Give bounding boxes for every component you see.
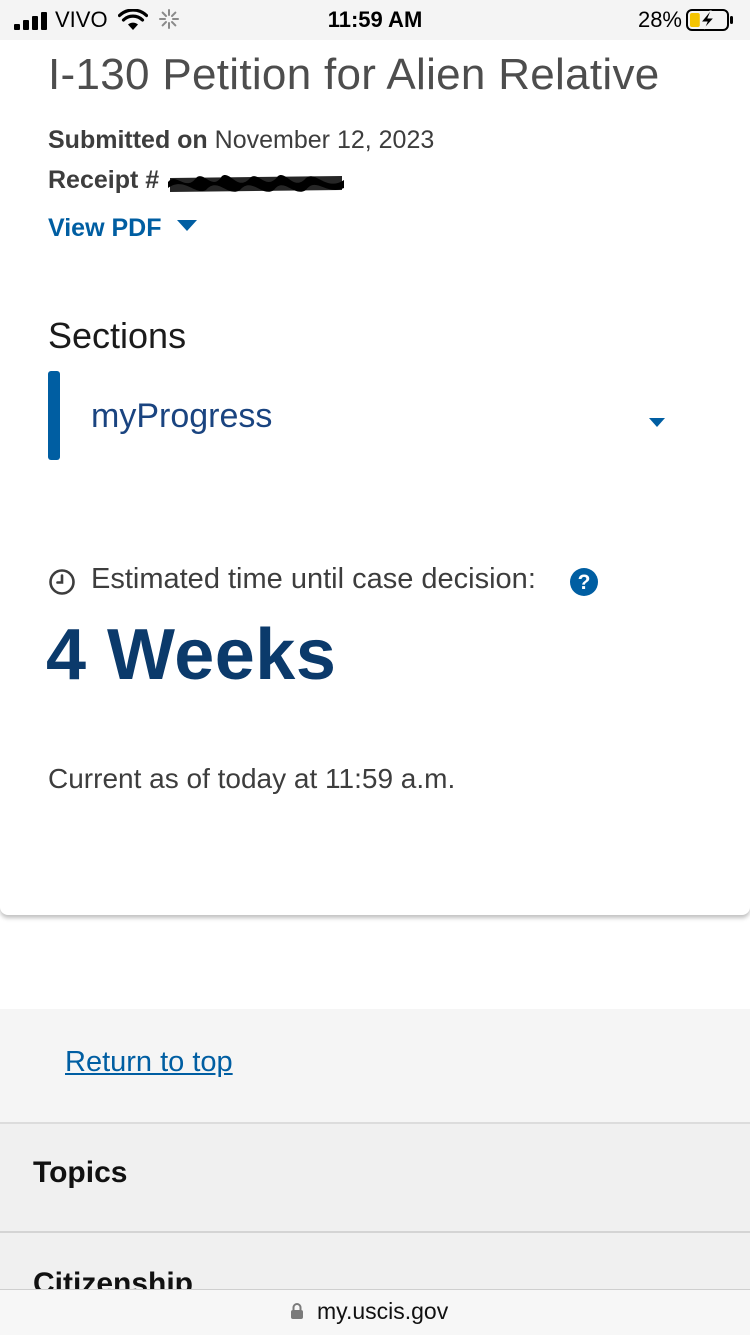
battery-charging-icon bbox=[686, 9, 733, 31]
view-pdf-label: View PDF bbox=[48, 214, 162, 242]
caret-down-icon bbox=[177, 220, 198, 231]
current-as-of-text: Current as of today at 11:59 a.m. bbox=[48, 763, 456, 794]
status-bar: VIVO 11:59 AM 28% bbox=[0, 0, 750, 40]
submitted-label: Submitted on bbox=[48, 126, 208, 154]
sections-selected-value: myProgress bbox=[91, 397, 273, 435]
view-pdf-button[interactable]: View PDF bbox=[48, 214, 198, 243]
footer-citizenship-section[interactable]: Citizenship bbox=[0, 1233, 750, 1293]
return-to-top-link[interactable]: Return to top bbox=[65, 1046, 233, 1079]
page-title: I-130 Petition for Alien Relative bbox=[48, 50, 660, 99]
help-icon[interactable]: ? bbox=[569, 567, 599, 597]
receipt-number-redaction bbox=[168, 174, 344, 192]
submitted-line: Submitted on November 12, 2023 bbox=[48, 126, 434, 155]
browser-url-bar[interactable]: my.uscis.gov bbox=[0, 1289, 750, 1335]
estimate-label: Estimated time until case decision: bbox=[91, 563, 536, 595]
battery-percent: 28% bbox=[637, 7, 682, 32]
case-card: I-130 Petition for Alien Relative Submit… bbox=[0, 0, 750, 915]
lock-icon bbox=[291, 1303, 303, 1319]
receipt-line: Receipt # bbox=[48, 166, 159, 195]
receipt-label: Receipt # bbox=[48, 166, 160, 194]
footer-topics-label: Topics bbox=[33, 1156, 128, 1189]
sections-heading: Sections bbox=[48, 315, 187, 356]
estimate-value: 4 Weeks bbox=[46, 615, 337, 695]
footer-topics-section[interactable]: Topics bbox=[0, 1124, 750, 1233]
clock-icon bbox=[49, 569, 75, 595]
svg-text:?: ? bbox=[578, 571, 591, 594]
url-text: my.uscis.gov bbox=[317, 1298, 449, 1324]
select-accent-bar bbox=[48, 371, 60, 460]
chevron-down-icon bbox=[649, 418, 665, 427]
submitted-date: November 12, 2023 bbox=[214, 126, 435, 154]
sections-dropdown[interactable]: myProgress bbox=[48, 371, 688, 460]
